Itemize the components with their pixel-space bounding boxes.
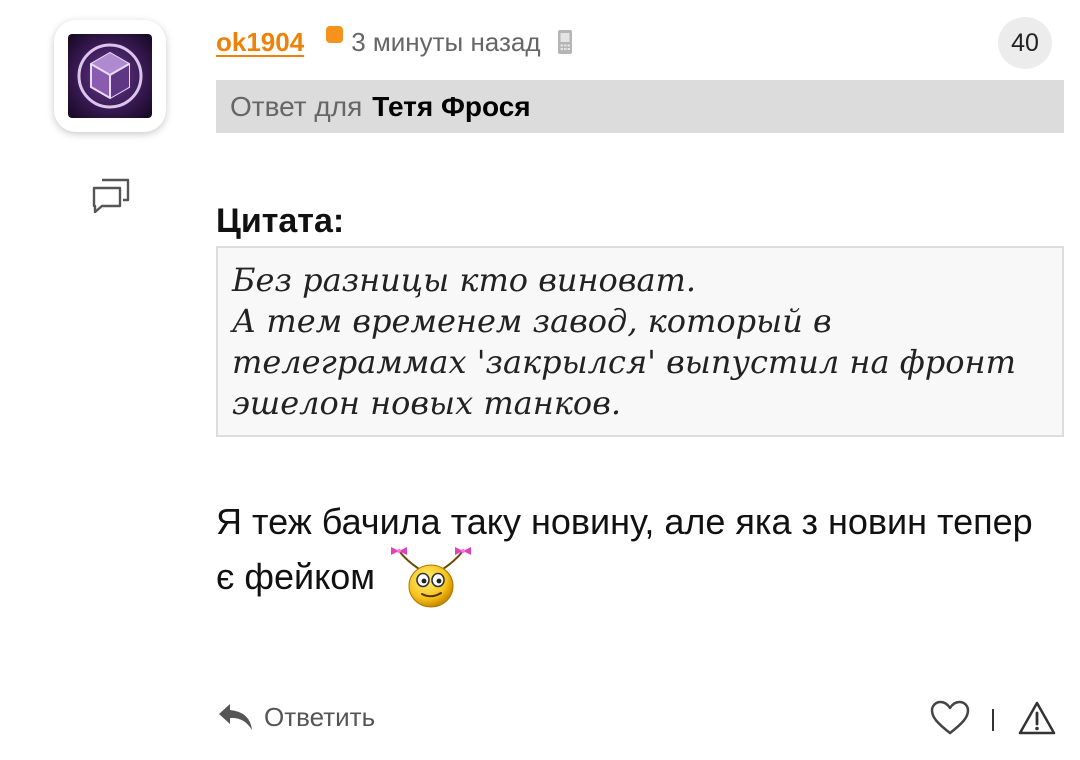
quote-label: Цитата: <box>216 202 345 240</box>
heart-icon[interactable] <box>930 700 970 736</box>
girl-smiley-icon <box>391 547 472 608</box>
comment-header: ok1904 3 минуты назад <box>216 24 573 60</box>
action-divider <box>992 709 994 731</box>
reply-to-bar[interactable]: Ответ для Тетя Фрося <box>216 80 1064 133</box>
reply-to-prefix: Ответ для <box>230 90 363 122</box>
comment-message-text: Я теж бачила таку новину, але яка з нови… <box>216 501 1033 597</box>
comment-count-badge: 40 <box>998 17 1052 69</box>
mobile-phone-icon <box>557 30 572 54</box>
avatar[interactable] <box>54 20 166 132</box>
online-status-dot <box>326 25 344 43</box>
reply-to-name[interactable]: Тетя Фрося <box>372 91 530 123</box>
timestamp: 3 минуты назад <box>351 26 541 57</box>
username-link[interactable]: ok1904 <box>216 27 304 58</box>
cube-logo-icon <box>68 34 152 118</box>
reply-label: Ответить <box>264 701 376 732</box>
reply-button[interactable]: Ответить <box>216 696 375 738</box>
quote-text: Без разницы кто виноват. А тем временем … <box>232 261 1016 422</box>
quote-block: Без разницы кто виноват. А тем временем … <box>216 246 1064 437</box>
comment-message: Я теж бачила таку новину, але яка з нови… <box>216 496 1056 609</box>
warning-icon[interactable] <box>1018 700 1056 736</box>
thread-icon[interactable] <box>90 176 132 214</box>
reply-arrow-icon <box>219 704 252 730</box>
